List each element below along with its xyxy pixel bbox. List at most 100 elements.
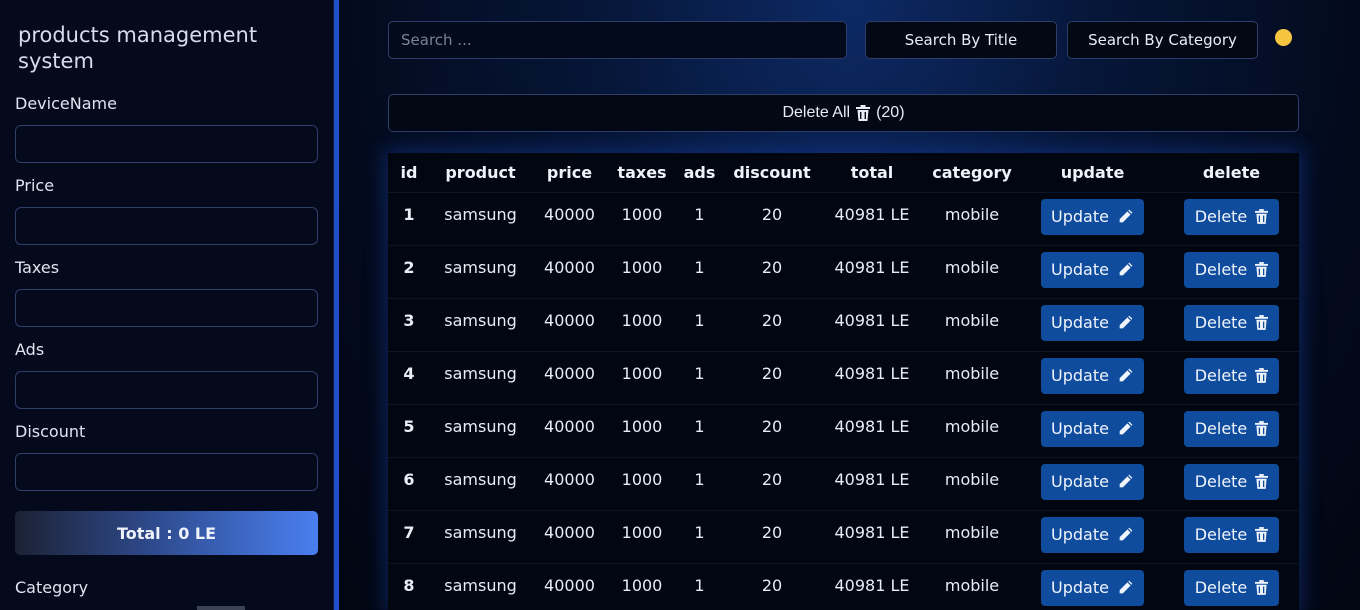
cell-delete: Delete bbox=[1164, 456, 1299, 510]
delete-button[interactable]: Delete bbox=[1184, 410, 1279, 447]
table-row: 4 samsung 40000 1000 1 20 40981 LE mobile Update… bbox=[388, 350, 1299, 404]
cell-price: 40000 bbox=[531, 403, 608, 457]
status-indicator[interactable] bbox=[1275, 29, 1292, 46]
search-by-category-button[interactable]: Search By Category bbox=[1067, 21, 1258, 59]
cell-taxes: 1000 bbox=[608, 244, 676, 298]
cell-id: 7 bbox=[388, 509, 430, 563]
cell-total: 40981 LE bbox=[821, 456, 923, 510]
update-button[interactable]: Update bbox=[1041, 410, 1144, 447]
update-button[interactable]: Update bbox=[1041, 463, 1144, 500]
cell-product: samsung bbox=[430, 350, 531, 404]
device-name-input[interactable] bbox=[15, 125, 318, 163]
cell-taxes: 1000 bbox=[608, 297, 676, 351]
trash-icon bbox=[1255, 474, 1269, 489]
cell-discount: 20 bbox=[723, 297, 821, 351]
ads-input[interactable] bbox=[15, 371, 318, 409]
price-input[interactable] bbox=[15, 207, 318, 245]
category-label: Category bbox=[15, 578, 89, 597]
cell-taxes: 1000 bbox=[608, 509, 676, 563]
cell-total: 40981 LE bbox=[821, 191, 923, 245]
update-label: Update bbox=[1051, 472, 1109, 491]
delete-button[interactable]: Delete bbox=[1184, 463, 1279, 500]
cell-product: samsung bbox=[430, 456, 531, 510]
cell-category: mobile bbox=[923, 244, 1021, 298]
cell-ads: 1 bbox=[676, 403, 723, 457]
column-header-ads: ads bbox=[683, 162, 716, 182]
update-button[interactable]: Update bbox=[1041, 304, 1144, 341]
cell-delete: Delete bbox=[1164, 562, 1299, 610]
delete-all-button[interactable]: Delete All (20) bbox=[388, 94, 1299, 132]
cell-product: samsung bbox=[430, 509, 531, 563]
discount-label: Discount bbox=[15, 422, 86, 441]
cell-taxes: 1000 bbox=[608, 562, 676, 610]
cell-product: samsung bbox=[430, 191, 531, 245]
cell-ads: 1 bbox=[676, 244, 723, 298]
cell-total: 40981 LE bbox=[821, 562, 923, 610]
cell-ads: 1 bbox=[676, 297, 723, 351]
cell-ads: 1 bbox=[676, 456, 723, 510]
column-header-product: product bbox=[445, 162, 516, 182]
delete-button[interactable]: Delete bbox=[1184, 251, 1279, 288]
cell-id: 4 bbox=[388, 350, 430, 404]
delete-label: Delete bbox=[1194, 366, 1248, 385]
update-label: Update bbox=[1051, 578, 1109, 597]
cell-price: 40000 bbox=[531, 350, 608, 404]
delete-button[interactable]: Delete bbox=[1184, 304, 1279, 341]
cell-price: 40000 bbox=[531, 562, 608, 610]
trash-icon bbox=[1255, 315, 1269, 330]
search-by-title-button[interactable]: Search By Title bbox=[865, 21, 1057, 59]
cell-id: 6 bbox=[388, 456, 430, 510]
cell-delete: Delete bbox=[1164, 403, 1299, 457]
main-edge-border bbox=[334, 0, 339, 610]
pencil-icon bbox=[1117, 526, 1134, 543]
update-button[interactable]: Update bbox=[1041, 569, 1144, 606]
update-button[interactable]: Update bbox=[1041, 198, 1144, 235]
column-header-category: category bbox=[932, 162, 1012, 182]
update-button[interactable]: Update bbox=[1041, 357, 1144, 394]
cell-update: Update bbox=[1021, 191, 1164, 245]
cell-delete: Delete bbox=[1164, 191, 1299, 245]
trash-icon bbox=[1255, 527, 1269, 542]
discount-input[interactable] bbox=[15, 453, 318, 491]
cell-update: Update bbox=[1021, 350, 1164, 404]
taxes-input[interactable] bbox=[15, 289, 318, 327]
device-name-label: DeviceName bbox=[15, 94, 117, 113]
delete-button[interactable]: Delete bbox=[1184, 198, 1279, 235]
delete-label: Delete bbox=[1194, 525, 1248, 544]
search-input[interactable] bbox=[388, 21, 847, 59]
cell-discount: 20 bbox=[723, 350, 821, 404]
cell-discount: 20 bbox=[723, 562, 821, 610]
delete-button[interactable]: Delete bbox=[1184, 569, 1279, 606]
cell-id: 2 bbox=[388, 244, 430, 298]
cell-update: Update bbox=[1021, 297, 1164, 351]
update-button[interactable]: Update bbox=[1041, 251, 1144, 288]
trash-icon bbox=[1255, 580, 1269, 595]
update-button[interactable]: Update bbox=[1041, 516, 1144, 553]
delete-label: Delete bbox=[1194, 472, 1248, 491]
update-label: Update bbox=[1051, 207, 1109, 226]
ads-label: Ads bbox=[15, 340, 45, 359]
cell-ads: 1 bbox=[676, 562, 723, 610]
cell-product: samsung bbox=[430, 297, 531, 351]
horizontal-scrollbar[interactable] bbox=[197, 606, 245, 610]
delete-all-label: Delete All bbox=[782, 104, 851, 121]
trash-icon bbox=[856, 105, 871, 121]
delete-button[interactable]: Delete bbox=[1184, 516, 1279, 553]
delete-button[interactable]: Delete bbox=[1184, 357, 1279, 394]
cell-discount: 20 bbox=[723, 456, 821, 510]
products-table: id product price taxes ads discount tota… bbox=[388, 153, 1299, 610]
trash-icon bbox=[1255, 209, 1269, 224]
cell-ads: 1 bbox=[676, 509, 723, 563]
trash-icon bbox=[1255, 368, 1269, 383]
cell-update: Update bbox=[1021, 509, 1164, 563]
cell-discount: 20 bbox=[723, 403, 821, 457]
cell-update: Update bbox=[1021, 562, 1164, 610]
cell-discount: 20 bbox=[723, 509, 821, 563]
table-row: 2 samsung 40000 1000 1 20 40981 LE mobile Update… bbox=[388, 244, 1299, 298]
cell-category: mobile bbox=[923, 509, 1021, 563]
cell-category: mobile bbox=[923, 350, 1021, 404]
cell-product: samsung bbox=[430, 244, 531, 298]
cell-ads: 1 bbox=[676, 191, 723, 245]
pencil-icon bbox=[1117, 314, 1134, 331]
pencil-icon bbox=[1117, 261, 1134, 278]
